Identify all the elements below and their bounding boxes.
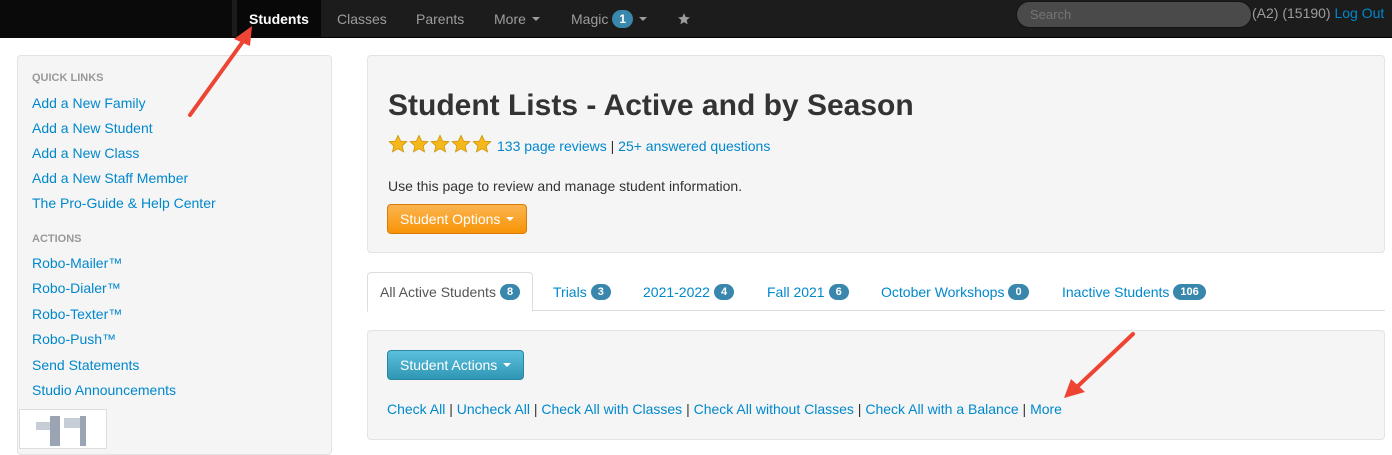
count-badge: 6 bbox=[828, 283, 849, 300]
count-badge: 106 bbox=[1173, 283, 1206, 300]
caret-down-icon bbox=[506, 217, 515, 221]
student-options-label: Student Options bbox=[400, 211, 501, 227]
count-badge: 4 bbox=[713, 283, 735, 300]
check-all-with-balance-link[interactable]: Check All with a Balance bbox=[865, 401, 1018, 417]
brand-logo[interactable] bbox=[0, 0, 232, 38]
more-link[interactable]: More bbox=[1030, 401, 1062, 417]
separator: | bbox=[610, 138, 615, 154]
caret-down-icon bbox=[531, 17, 540, 21]
star-icon bbox=[388, 134, 408, 153]
tab-label: All Active Students bbox=[380, 284, 496, 300]
student-options-button[interactable]: Student Options bbox=[387, 204, 528, 234]
nav-magic-dropdown[interactable]: Magic 1 bbox=[571, 0, 648, 38]
tab-label: Inactive Students bbox=[1062, 283, 1170, 300]
magic-count-badge: 1 bbox=[612, 10, 634, 28]
top-navbar: Students Classes Parents More Magic 1 (A… bbox=[0, 0, 1392, 38]
sidebar: QUICK LINKS Add a New Family Add a New S… bbox=[17, 55, 332, 455]
star-icon bbox=[678, 13, 690, 25]
sidebar-link-pro-guide[interactable]: The Pro-Guide & Help Center bbox=[32, 195, 216, 211]
sidebar-link-robo-push[interactable]: Robo-Push™ bbox=[32, 331, 116, 347]
thumbnail-image bbox=[19, 409, 107, 449]
nav-more-label: More bbox=[494, 11, 526, 27]
check-all-link[interactable]: Check All bbox=[387, 401, 445, 417]
sidebar-link-add-student[interactable]: Add a New Student bbox=[32, 120, 153, 136]
tab-label: Trials bbox=[553, 283, 587, 300]
tab-inactive-students[interactable]: Inactive Students 106 bbox=[1062, 272, 1206, 311]
star-icon bbox=[472, 134, 492, 153]
actions-header: ACTIONS bbox=[32, 233, 82, 245]
student-list-tabs: All Active Students 8 Trials 3 2021-2022… bbox=[367, 272, 1385, 312]
check-all-without-classes-link[interactable]: Check All without Classes bbox=[694, 401, 854, 417]
count-badge: 3 bbox=[590, 283, 611, 300]
sidebar-link-add-staff[interactable]: Add a New Staff Member bbox=[32, 170, 188, 186]
tab-2021-2022[interactable]: 2021-2022 4 bbox=[643, 272, 735, 311]
search-input[interactable] bbox=[1016, 1, 1252, 28]
user-info: (A2) (15190) Log Out bbox=[1252, 5, 1384, 21]
quick-links-header: QUICK LINKS bbox=[32, 72, 104, 84]
page-header-well: Student Lists - Active and by Season 133… bbox=[367, 55, 1385, 253]
tab-fall-2021[interactable]: Fall 2021 6 bbox=[767, 272, 849, 311]
nav-classes-label: Classes bbox=[337, 11, 387, 27]
student-actions-panel: Student Actions Check All | Uncheck All … bbox=[367, 330, 1385, 440]
student-actions-label: Student Actions bbox=[400, 357, 498, 373]
tab-label: October Workshops bbox=[881, 283, 1005, 300]
sidebar-link-robo-texter[interactable]: Robo-Texter™ bbox=[32, 306, 122, 322]
star-icon bbox=[409, 134, 429, 153]
star-icon bbox=[430, 134, 450, 153]
caret-down-icon bbox=[639, 17, 648, 21]
nav-magic-label: Magic bbox=[571, 11, 609, 27]
tab-all-active-students[interactable]: All Active Students 8 bbox=[367, 272, 534, 312]
tab-october-workshops[interactable]: October Workshops 0 bbox=[881, 272, 1029, 311]
tab-label: 2021-2022 bbox=[643, 283, 710, 300]
nav-classes[interactable]: Classes bbox=[337, 0, 387, 38]
student-actions-button[interactable]: Student Actions bbox=[387, 350, 525, 380]
sidebar-link-add-family[interactable]: Add a New Family bbox=[32, 95, 146, 111]
tab-label: Fall 2021 bbox=[767, 283, 825, 300]
check-links: Check All | Uncheck All | Check All with… bbox=[387, 401, 1062, 417]
sidebar-link-studio-announcements[interactable]: Studio Announcements bbox=[32, 382, 176, 398]
reviews-line: 133 page reviews | 25+ answered question… bbox=[497, 138, 770, 154]
page-title: Student Lists - Active and by Season bbox=[388, 89, 914, 122]
intro-text: Use this page to review and manage stude… bbox=[388, 178, 743, 194]
user-id-text: (A2) (15190) bbox=[1252, 5, 1331, 21]
nav-students-label: Students bbox=[249, 11, 309, 27]
answered-questions-link[interactable]: 25+ answered questions bbox=[618, 138, 770, 154]
nav-parents-label: Parents bbox=[416, 11, 465, 27]
check-all-with-classes-link[interactable]: Check All with Classes bbox=[541, 401, 682, 417]
tab-trials[interactable]: Trials 3 bbox=[553, 272, 611, 311]
nav-more-dropdown[interactable]: More bbox=[494, 0, 540, 38]
sidebar-link-robo-mailer[interactable]: Robo-Mailer™ bbox=[32, 255, 122, 271]
sidebar-link-send-statements[interactable]: Send Statements bbox=[32, 357, 139, 373]
nav-favorites[interactable] bbox=[677, 0, 691, 38]
star-icon bbox=[451, 134, 471, 153]
logout-link[interactable]: Log Out bbox=[1334, 5, 1384, 21]
count-badge: 0 bbox=[1008, 283, 1029, 300]
caret-down-icon bbox=[503, 363, 512, 367]
nav-students[interactable]: Students bbox=[237, 0, 321, 38]
sidebar-link-add-class[interactable]: Add a New Class bbox=[32, 145, 139, 161]
nav-parents[interactable]: Parents bbox=[416, 0, 464, 38]
rating-stars bbox=[388, 134, 492, 156]
sidebar-link-robo-dialer[interactable]: Robo-Dialer™ bbox=[32, 280, 121, 296]
page-reviews-link[interactable]: 133 page reviews bbox=[497, 138, 607, 154]
uncheck-all-link[interactable]: Uncheck All bbox=[457, 401, 530, 417]
count-badge: 8 bbox=[499, 284, 521, 300]
